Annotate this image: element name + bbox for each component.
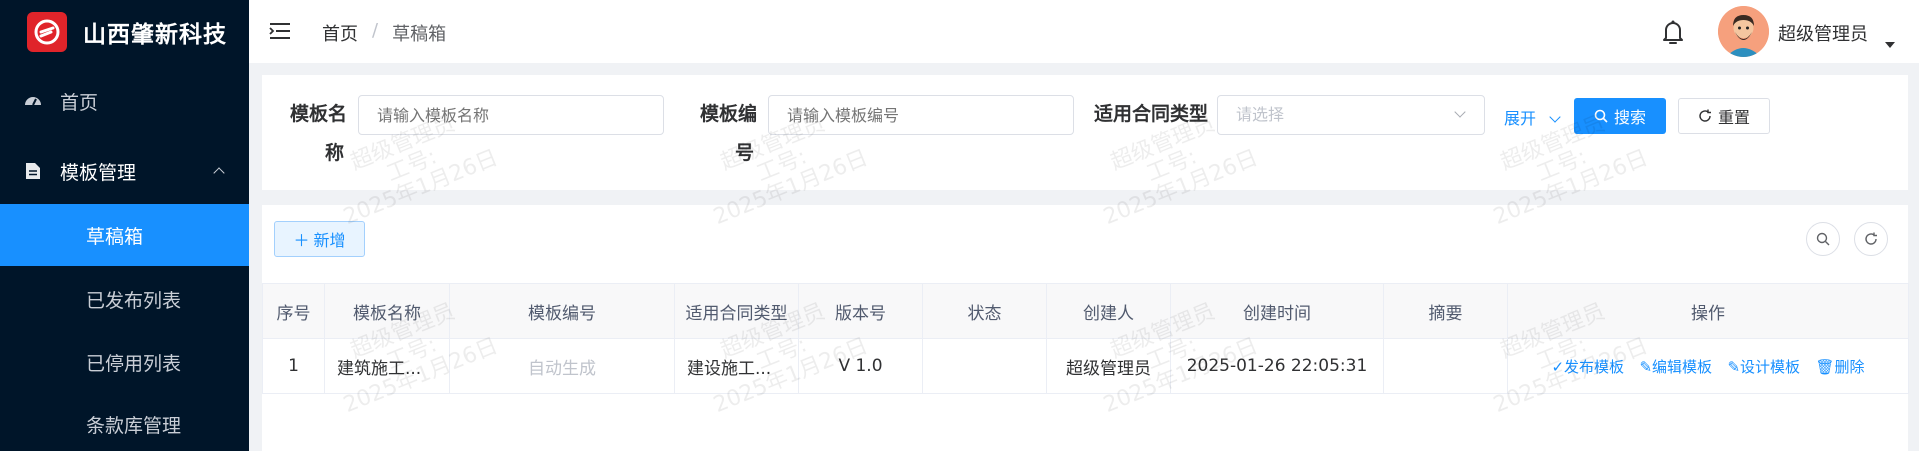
field-label: 称 <box>325 142 345 164</box>
search-button[interactable]: 搜索 <box>1574 98 1666 134</box>
cell-summary <box>1383 338 1508 394</box>
caret-down-icon[interactable] <box>1885 42 1895 48</box>
cell-template-code: 自动生成 <box>449 338 675 394</box>
chevron-down-icon <box>1454 106 1466 118</box>
publish-template-link[interactable]: ✓发布模板 <box>1551 358 1624 376</box>
column-header: 操作 <box>1507 283 1909 339</box>
brand-name: 山西肇新科技 <box>83 21 227 48</box>
template-code-input[interactable] <box>768 95 1074 135</box>
cell-index: 1 <box>262 338 325 394</box>
sidebar-item-label: 草稿箱 <box>86 225 144 248</box>
cell-actions: ✓发布模板 ✎编辑模板 ✎设计模板 🗑删除 <box>1507 338 1909 394</box>
design-template-link[interactable]: ✎设计模板 <box>1727 358 1800 376</box>
edit-icon: ✎ <box>1639 357 1653 376</box>
bell-icon[interactable] <box>1658 17 1688 47</box>
table-panel: ＋ 新增 序号 模板名称 模板编号 适用合同类型 版本号 状态 创建人 创建时间… <box>262 205 1909 451</box>
field-label: 模板名 <box>290 103 348 125</box>
avatar[interactable] <box>1718 6 1769 57</box>
refresh-icon <box>1865 232 1877 245</box>
sidebar: 山西肇新科技 首页 模板管理 草稿箱 已发布列表 已停用列表 条款库管理 <box>0 0 249 451</box>
action-label: 编辑模板 <box>1652 357 1713 376</box>
search-icon <box>1816 232 1830 246</box>
cell-status <box>922 338 1047 394</box>
add-button-label: 新增 <box>313 231 346 250</box>
contract-type-select[interactable]: 请选择 <box>1217 95 1485 135</box>
action-label: 设计模板 <box>1740 357 1801 376</box>
add-button[interactable]: ＋ 新增 <box>274 221 365 257</box>
sidebar-item-label: 条款库管理 <box>86 414 182 437</box>
sidebar-item-template-mgmt[interactable]: 模板管理 <box>0 147 249 195</box>
template-name-input[interactable] <box>358 95 664 135</box>
sidebar-item-label: 已停用列表 <box>86 352 182 375</box>
field-label: 号 <box>735 142 755 164</box>
search-button-label: 搜索 <box>1613 108 1646 127</box>
top-header: 首页 / 草稿箱 超级管理员 <box>249 0 1919 63</box>
reset-button[interactable]: 重置 <box>1678 98 1770 134</box>
chevron-up-icon <box>213 167 225 179</box>
document-icon <box>24 162 42 180</box>
breadcrumb: 首页 / 草稿箱 <box>322 20 446 46</box>
column-header: 版本号 <box>798 283 923 339</box>
plus-icon: ＋ <box>293 231 310 250</box>
edit-template-link[interactable]: ✎编辑模板 <box>1639 358 1712 376</box>
breadcrumb-home[interactable]: 首页 <box>322 20 358 46</box>
sidebar-item-clause-library[interactable]: 条款库管理 <box>0 400 249 448</box>
column-header: 模板编号 <box>449 283 675 339</box>
column-header: 创建时间 <box>1170 283 1384 339</box>
field-label: 模板编 <box>700 103 758 125</box>
column-header: 状态 <box>922 283 1047 339</box>
column-header: 摘要 <box>1383 283 1508 339</box>
draft-table: 序号 模板名称 模板编号 适用合同类型 版本号 状态 创建人 创建时间 摘要 操… <box>262 283 1909 394</box>
search-icon <box>1594 109 1608 123</box>
sidebar-item-drafts[interactable]: 草稿箱 <box>0 204 249 266</box>
trash-icon: 🗑 <box>1815 357 1835 376</box>
collapse-menu-icon[interactable] <box>269 22 291 40</box>
delete-link[interactable]: 🗑删除 <box>1815 358 1864 376</box>
cell-template-name: 建筑施工... <box>324 338 450 394</box>
check-icon: ✓ <box>1551 357 1565 376</box>
column-header: 序号 <box>262 283 325 339</box>
sidebar-item-label: 首页 <box>60 91 99 114</box>
cell-contract-type: 建设施工... <box>674 338 799 394</box>
expand-toggle[interactable]: 展开 <box>1504 105 1561 129</box>
refresh-button[interactable] <box>1854 222 1888 256</box>
expand-label: 展开 <box>1504 109 1537 128</box>
column-header: 创建人 <box>1046 283 1171 339</box>
cell-version: V 1.0 <box>798 338 923 394</box>
sidebar-item-disabled[interactable]: 已停用列表 <box>0 338 249 386</box>
table-header-row: 序号 模板名称 模板编号 适用合同类型 版本号 状态 创建人 创建时间 摘要 操… <box>262 283 1909 339</box>
action-label: 发布模板 <box>1564 357 1625 376</box>
sidebar-item-label: 模板管理 <box>60 161 137 184</box>
cell-created-at: 2025-01-26 22:05:31 <box>1170 338 1384 394</box>
field-label: 适用合同类型 <box>1094 103 1209 125</box>
dashboard-icon <box>24 92 42 110</box>
toggle-search-button[interactable] <box>1806 222 1840 256</box>
breadcrumb-current: 草稿箱 <box>392 24 447 45</box>
sidebar-item-published[interactable]: 已发布列表 <box>0 275 249 323</box>
chevron-down-icon <box>1549 111 1561 123</box>
breadcrumb-separator: / <box>372 20 379 41</box>
brand: 山西肇新科技 <box>0 0 249 63</box>
table-row: 1 建筑施工... 自动生成 建设施工... V 1.0 超级管理员 2025-… <box>262 338 1909 394</box>
refresh-icon <box>1699 109 1711 122</box>
sidebar-item-label: 已发布列表 <box>86 289 182 312</box>
reset-button-label: 重置 <box>1717 108 1750 127</box>
cell-creator: 超级管理员 <box>1046 338 1171 394</box>
brand-logo-icon <box>27 11 67 52</box>
column-header: 模板名称 <box>324 283 450 339</box>
username[interactable]: 超级管理员 <box>1778 20 1868 46</box>
search-panel: 模板名 称 模板编 号 适用合同类型 请选择 展开 搜索 重置 <box>262 75 1908 190</box>
column-header: 适用合同类型 <box>674 283 799 339</box>
action-label: 删除 <box>1834 357 1865 376</box>
edit-icon: ✎ <box>1727 357 1741 376</box>
select-placeholder: 请选择 <box>1236 105 1285 124</box>
sidebar-item-home[interactable]: 首页 <box>0 77 249 125</box>
